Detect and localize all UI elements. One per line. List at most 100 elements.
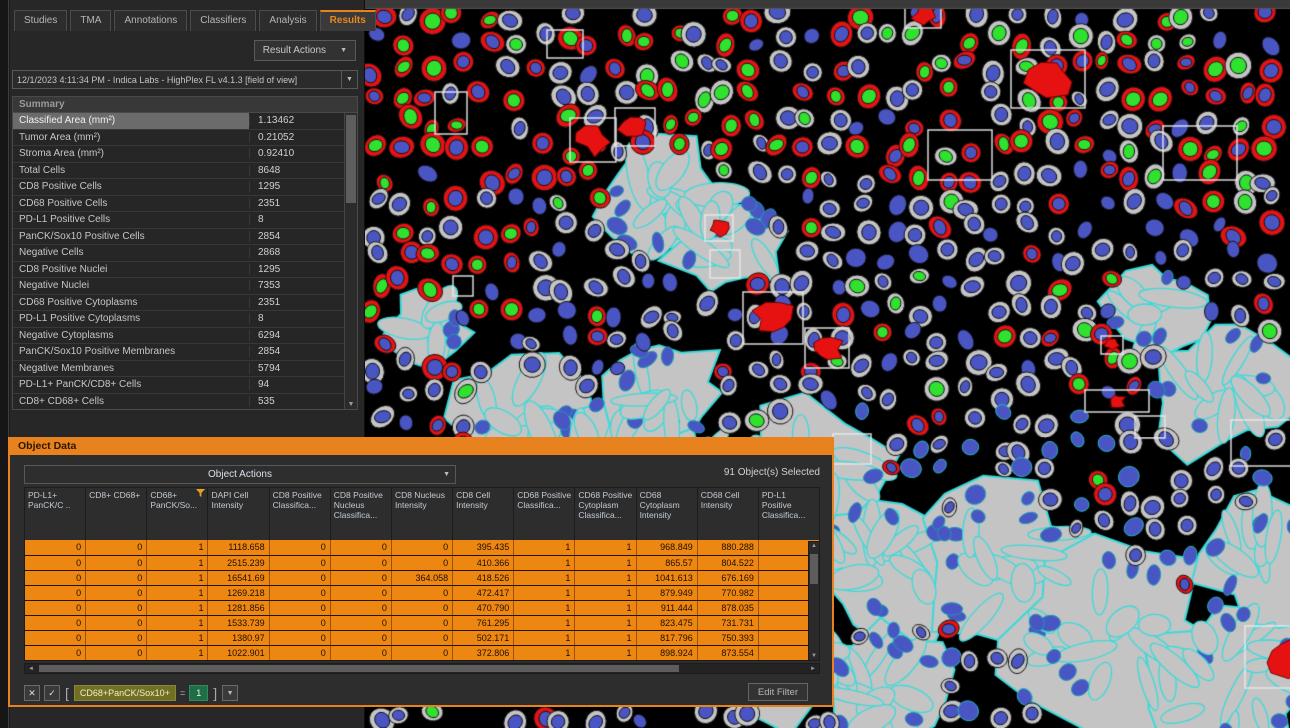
column-header[interactable]: CD68 Positive Cytoplasm Classifica... [575,488,636,540]
summary-row-label: Negative Nuclei [13,280,249,291]
table-cell: 0 [86,631,147,645]
table-cell: 0 [25,586,86,600]
tab-tma[interactable]: TMA [70,10,111,31]
summary-row[interactable]: Tumor Area (mm²)0.21052 [13,130,344,147]
application-window: StudiesTMAAnnotationsClassifiersAnalysis… [0,0,1290,728]
summary-row[interactable]: PD-L1 Positive Cells8 [13,212,344,229]
column-header[interactable]: CD68+ PanCK/So... [147,488,208,540]
column-header[interactable]: CD68 Cell Intensity [698,488,759,540]
result-actions-button[interactable]: Result Actions ▼ [254,40,356,61]
summary-row-value: 8 [249,214,344,225]
filter-options-button[interactable]: ▼ [222,685,238,701]
summary-row[interactable]: CD8 Positive Cells1295 [13,179,344,196]
table-row[interactable]: 0011269.218000472.41711879.949770.982 [25,585,819,600]
summary-row[interactable]: Total Cells8648 [13,163,344,180]
column-header[interactable]: PD-L1 Positive Classifica... [759,488,819,540]
table-cell: 364.058 [392,571,453,585]
summary-row-value: 1.13462 [249,115,344,126]
table-row[interactable]: 00116541.6900364.058418.526111041.613676… [25,570,819,585]
table-cell: 395.435 [453,540,514,555]
summary-row-label: Tumor Area (mm²) [13,132,249,143]
table-row[interactable]: 0011281.856000470.79011911.444878.035 [25,600,819,615]
summary-row[interactable]: CD8 Positive Nuclei1295 [13,262,344,279]
edit-filter-button[interactable]: Edit Filter [748,683,808,701]
summary-scrollbar[interactable]: ▼ [344,113,357,409]
table-cell: 1281.856 [208,601,269,615]
table-cell: 1 [147,586,208,600]
scroll-down-icon[interactable]: ▼ [809,653,819,659]
summary-row[interactable]: CD68 Positive Cells2351 [13,196,344,213]
summary-row[interactable]: PD-L1+ PanCK/CD8+ Cells94 [13,377,344,394]
table-row[interactable]: 0011118.658000395.43511968.849880.288 [25,540,819,555]
filter-open-bracket: [ [65,685,69,701]
scroll-up-icon[interactable]: ▲ [809,543,819,549]
tab-annotations[interactable]: Annotations [114,10,187,31]
table-cell: 0 [270,571,331,585]
summary-row-label: CD68 Positive Cytoplasms [13,297,249,308]
column-header[interactable]: CD8 Positive Classifica... [270,488,331,540]
table-cell: 1 [514,601,575,615]
table-row[interactable]: 0012515.239000410.36611865.57804.522 [25,555,819,570]
filter-expression[interactable]: CD68+PanCK/Sox10+ [74,685,176,701]
summary-scrollbar-thumb[interactable] [346,115,356,203]
summary-row-value: 1295 [249,264,344,275]
summary-row[interactable]: Negative Membranes5794 [13,361,344,378]
table-cell: 0 [270,601,331,615]
column-header[interactable]: CD8+ CD68+ [86,488,147,540]
column-header[interactable]: CD8 Positive Nucleus Classifica... [331,488,392,540]
summary-row[interactable]: CD68 Positive Cytoplasms2351 [13,295,344,312]
table-cell: 0 [86,556,147,570]
table-row[interactable]: 0011022.901000372.80611898.924873.554 [25,645,819,660]
table-cell: 1 [147,540,208,555]
object-table-hscrollbar[interactable]: ◄ ► [24,663,820,674]
filter-icon [196,489,205,498]
table-cell: 1 [514,586,575,600]
table-cell: 731.731 [698,616,759,630]
summary-row-value: 6294 [249,330,344,341]
scroll-left-icon[interactable]: ◄ [25,666,37,672]
column-header[interactable]: PD-L1+ PanCK/C .. [25,488,86,540]
scroll-down-icon[interactable]: ▼ [345,401,357,408]
summary-row[interactable]: Classified Area (mm²)1.13462 [13,113,344,130]
summary-row[interactable]: PD-L1 Positive Cytoplasms8 [13,311,344,328]
table-cell: 0 [270,586,331,600]
summary-row[interactable]: PanCK/Sox10 Positive Cells2854 [13,229,344,246]
result-selector-dropdown[interactable]: 12/1/2023 4:11:34 PM - Indica Labs - Hig… [12,70,358,89]
table-cell: 0 [331,631,392,645]
object-table-vscrollbar[interactable]: ▲ ▼ [808,541,820,661]
scroll-right-icon[interactable]: ► [807,666,819,672]
table-cell: 0 [331,571,392,585]
summary-row-label: Negative Membranes [13,363,249,374]
column-header[interactable]: CD8 Nucleus Intensity [392,488,453,540]
column-header[interactable]: DAPI Cell Intensity [208,488,269,540]
summary-row[interactable]: Negative Cytoplasms6294 [13,328,344,345]
object-actions-dropdown[interactable]: Object Actions ▼ [24,465,456,484]
vscroll-thumb[interactable] [810,554,818,584]
tab-classifiers[interactable]: Classifiers [190,10,256,31]
filter-value[interactable]: 1 [189,685,208,701]
table-row[interactable]: 0011380.97000502.17111817.796750.393 [25,630,819,645]
apply-filter-button[interactable]: ✓ [44,685,60,701]
table-row[interactable]: 0011533.739000761.29511823.475731.731 [25,615,819,630]
summary-row-label: Stroma Area (mm²) [13,148,249,159]
summary-row-value: 1295 [249,181,344,192]
tab-studies[interactable]: Studies [14,10,67,31]
summary-row-value: 2868 [249,247,344,258]
summary-row[interactable]: PanCK/Sox10 Positive Membranes2854 [13,344,344,361]
summary-row[interactable]: CD8+ CD68+ Cells535 [13,394,344,411]
table-cell: 1118.658 [208,540,269,555]
column-header[interactable]: CD68 Positive Classifica... [514,488,575,540]
summary-row[interactable]: Stroma Area (mm²)0.92410 [13,146,344,163]
summary-section-title: Summary [12,96,358,112]
table-cell: 1 [514,540,575,555]
table-cell: 1 [575,556,636,570]
summary-row[interactable]: Negative Cells2868 [13,245,344,262]
tab-results[interactable]: Results [320,10,376,31]
summary-row[interactable]: Negative Nuclei7353 [13,278,344,295]
remove-filter-button[interactable]: ✕ [24,685,40,701]
tab-analysis[interactable]: Analysis [259,10,316,31]
hscroll-thumb[interactable] [39,665,679,672]
column-header[interactable]: CD68 Cytoplasm Intensity [637,488,698,540]
column-header[interactable]: CD8 Cell Intensity [453,488,514,540]
table-cell: 1 [575,540,636,555]
